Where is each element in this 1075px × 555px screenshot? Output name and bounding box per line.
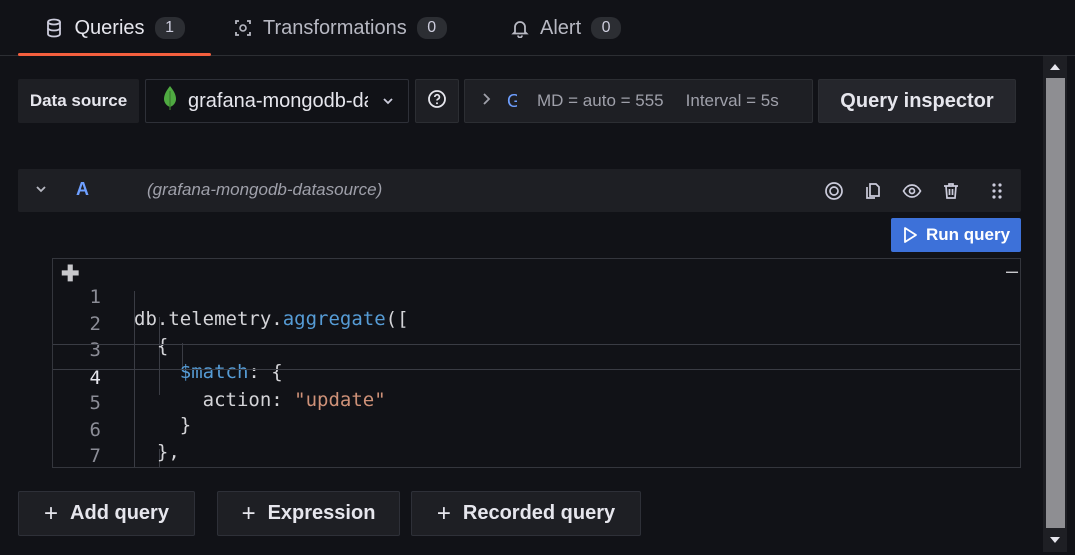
plus-icon: + — [436, 499, 451, 527]
tab-count-badge: 1 — [154, 17, 185, 39]
code-line: 7 { — [53, 423, 1020, 467]
tab-label: Alert — [540, 16, 582, 39]
options-truncated-text: G — [507, 91, 517, 112]
trash-icon[interactable] — [940, 180, 962, 202]
query-row-datasource: (grafana-mongodb-datasource) — [147, 180, 383, 199]
chevron-down-icon — [380, 92, 396, 115]
tab-alert[interactable]: Alert 0 — [510, 0, 622, 56]
code-line: 1 db.telemetry.aggregate([ — [53, 264, 1020, 330]
collapse-chevron-icon[interactable] — [34, 182, 48, 201]
expression-label: Expression — [267, 502, 376, 524]
query-ref-id[interactable]: A — [76, 179, 89, 200]
bell-icon — [510, 18, 530, 38]
run-query-label: Run query — [925, 225, 1011, 244]
add-query-label: Add query — [70, 502, 169, 524]
code-line: 2 { — [53, 291, 1020, 357]
play-icon — [904, 227, 917, 243]
expression-button[interactable]: + Expression — [217, 491, 400, 536]
code-line-current: 4 action: "update" — [53, 343, 1020, 411]
code-editor[interactable]: ✚ — 1 db.telemetry.aggregate([ 2 { 3 $ma… — [52, 258, 1021, 468]
tab-label: Transformations — [263, 16, 407, 39]
code-text: { — [134, 467, 168, 468]
run-query-button[interactable]: Run query — [891, 218, 1021, 252]
datasource-name: grafana-mongodb-datasource — [188, 89, 368, 112]
tab-count-badge: 0 — [416, 17, 447, 39]
code-line: 6 }, — [53, 397, 1020, 463]
scrollbar-thumb[interactable] — [1046, 78, 1065, 528]
code-line: 3 $match: { — [53, 317, 1020, 383]
mongodb-leaf-icon — [162, 85, 178, 117]
tab-queries[interactable]: Queries 1 — [18, 0, 211, 56]
eye-icon[interactable] — [901, 180, 923, 202]
query-inspector-button[interactable]: Query inspector — [818, 79, 1016, 123]
recorded-query-label: Recorded query — [462, 502, 616, 524]
help-button[interactable] — [415, 79, 459, 123]
tab-transformations[interactable]: Transformations 0 — [233, 0, 447, 56]
tab-count-badge: 0 — [591, 17, 622, 39]
datasource-picker[interactable]: grafana-mongodb-datasource — [145, 79, 409, 123]
query-options-toggle[interactable]: G MD = auto = 555 Interval = 5s — [464, 79, 813, 123]
scroll-down-arrow-icon[interactable] — [1047, 533, 1063, 547]
tab-label: Queries — [74, 16, 145, 39]
query-tabs: Queries 1 Transformations 0 Alert 0 — [0, 0, 1075, 56]
database-icon — [44, 18, 64, 38]
code-line: 5 } — [53, 370, 1020, 436]
options-interval: Interval = 5s — [685, 91, 779, 110]
transform-icon — [233, 18, 253, 38]
code-line: 8 $addFields: { — [53, 450, 1020, 468]
datasource-label: Data source — [18, 79, 139, 123]
question-circle-icon — [427, 89, 447, 114]
options-max-data-points: MD = auto = 555 — [537, 91, 664, 110]
chevron-right-icon — [481, 91, 493, 111]
plus-icon: + — [241, 499, 256, 527]
drag-handle-icon[interactable] — [986, 180, 1008, 202]
plus-icon: + — [44, 499, 59, 527]
copy-icon[interactable] — [862, 180, 884, 202]
query-row-header: A (grafana-mongodb-datasource) — [18, 169, 1021, 212]
add-query-button[interactable]: + Add query — [18, 491, 195, 536]
recorded-query-button[interactable]: + Recorded query — [411, 491, 641, 536]
scroll-up-arrow-icon[interactable] — [1047, 60, 1063, 74]
help-circle-icon[interactable] — [823, 180, 845, 202]
